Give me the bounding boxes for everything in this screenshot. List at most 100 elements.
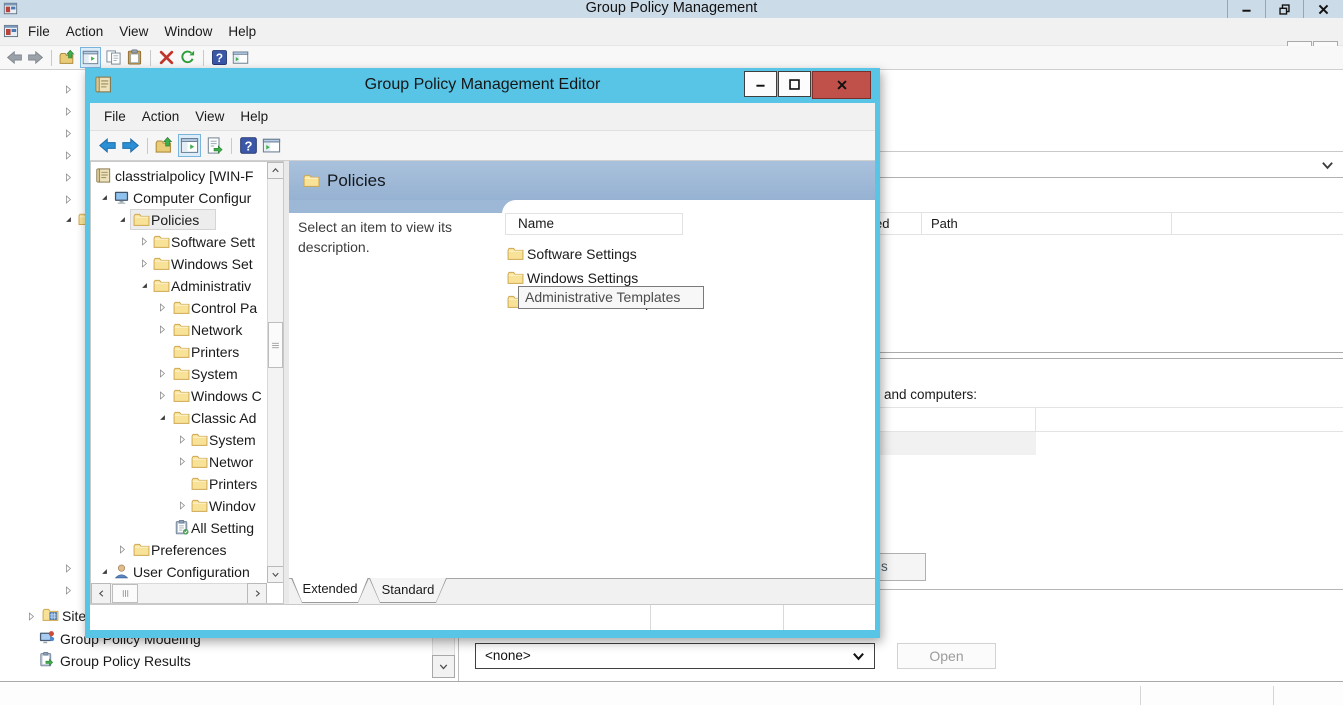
collapse-arrow-icon[interactable] [157, 390, 168, 401]
tree-item-label[interactable]: Computer Configur [133, 187, 267, 209]
tree-item[interactable]: Printers [91, 341, 267, 363]
console-tree-icon[interactable] [178, 134, 201, 157]
tree-item[interactable]: Administrativ [91, 275, 267, 297]
editor-minimize-button[interactable] [744, 71, 777, 97]
tree-item-label[interactable]: Control Pa [191, 297, 267, 319]
column-header-path[interactable]: Path [922, 213, 1172, 234]
tree-item-label[interactable]: Printers [209, 473, 267, 495]
console-tree-icon[interactable] [80, 47, 101, 68]
tree-item[interactable]: System [91, 429, 267, 451]
location-combobox[interactable]: <none> [475, 643, 875, 669]
collapse-arrow-icon[interactable] [157, 368, 168, 379]
tree-item[interactable]: Windows C [91, 385, 267, 407]
tree-item-label[interactable]: System [209, 429, 267, 451]
tree-item[interactable]: Policies [91, 209, 267, 231]
main-minimize-button[interactable] [1227, 0, 1264, 18]
collapse-arrow-icon[interactable] [26, 611, 37, 622]
tree-item-label[interactable]: Software Sett [171, 231, 267, 253]
back-icon[interactable] [98, 136, 117, 155]
result-item-label[interactable]: Software Settings [527, 242, 637, 266]
tab-standard[interactable]: Standard [369, 578, 447, 603]
collapse-arrow-icon[interactable] [177, 500, 188, 511]
collapse-arrow-icon[interactable] [157, 302, 168, 313]
expand-arrow-icon[interactable] [117, 214, 128, 225]
menu-help[interactable]: Help [232, 103, 276, 130]
scroll-left-button[interactable] [91, 583, 111, 604]
scroll-right-button[interactable] [247, 583, 267, 604]
copy-icon[interactable] [105, 49, 122, 66]
tree-item[interactable]: User Configuration [91, 561, 267, 583]
bg-tree-item-label[interactable]: Group Policy Results [60, 653, 191, 669]
menu-action[interactable]: Action [58, 18, 112, 45]
hscroll-thumb[interactable] [112, 584, 138, 603]
paste-icon[interactable] [126, 49, 143, 66]
tree-item[interactable]: Computer Configur [91, 187, 267, 209]
export-list-icon[interactable] [205, 136, 224, 155]
collapse-arrow-icon[interactable] [157, 324, 168, 335]
scroll-up-button[interactable] [267, 162, 284, 179]
tree-item-label[interactable]: Printers [191, 341, 267, 363]
collapse-arrow-icon[interactable] [63, 84, 74, 95]
collapse-arrow-icon[interactable] [139, 236, 150, 247]
editor-maximize-button[interactable] [778, 71, 811, 97]
forward-icon[interactable] [27, 49, 44, 66]
tree-item[interactable]: Printers [91, 473, 267, 495]
collapse-arrow-icon[interactable] [177, 456, 188, 467]
tree-item[interactable]: Software Sett [91, 231, 267, 253]
help-icon[interactable]: ? [211, 49, 228, 66]
collapse-arrow-icon[interactable] [63, 194, 74, 205]
tree-item-label[interactable]: Windows C [191, 385, 267, 407]
tree-item-label[interactable]: All Setting [191, 517, 267, 539]
bg-partial-button[interactable]: s [876, 553, 926, 581]
up-folder-icon[interactable] [155, 136, 174, 155]
bg-scroll-down-button[interactable] [432, 655, 455, 678]
tree-item-label[interactable]: Preferences [151, 539, 267, 561]
menu-help[interactable]: Help [220, 18, 264, 45]
tree-item-label[interactable]: Classic Ad [191, 407, 267, 429]
expand-arrow-icon[interactable] [99, 566, 110, 577]
collapse-arrow-icon[interactable] [63, 563, 74, 574]
main-close-button[interactable] [1303, 0, 1343, 18]
tree-item-label[interactable]: Administrativ [171, 275, 267, 297]
expand-arrow-icon[interactable] [139, 280, 150, 291]
editor-titlebar[interactable]: Group Policy Management Editor [85, 68, 880, 103]
tree-item[interactable]: Windows Set [91, 253, 267, 275]
tree-item-label[interactable]: Networ [209, 451, 267, 473]
tree-vscrollbar[interactable] [267, 162, 284, 583]
tree-item[interactable]: Preferences [91, 539, 267, 561]
bg-selected-row[interactable] [880, 432, 1036, 455]
expand-arrow-icon[interactable] [99, 192, 110, 203]
menu-file[interactable]: File [20, 18, 58, 45]
vscroll-thumb[interactable] [268, 322, 283, 368]
collapse-arrow-icon[interactable] [117, 544, 128, 555]
main-window-titlebar[interactable]: Group Policy Management [0, 0, 1343, 18]
editor-close-button[interactable] [812, 71, 871, 99]
tree-item[interactable]: Network [91, 319, 267, 341]
tree-item[interactable]: Windov [91, 495, 267, 517]
column-header-modified[interactable]: ed [880, 213, 922, 234]
result-list-item[interactable]: Software Settings [507, 242, 867, 266]
tree-item-label[interactable]: Network [191, 319, 267, 341]
collapse-arrow-icon[interactable] [63, 106, 74, 117]
menu-file[interactable]: File [96, 103, 134, 130]
window-list-icon[interactable] [232, 49, 249, 66]
collapse-arrow-icon[interactable] [63, 150, 74, 161]
window-list-icon[interactable] [262, 136, 281, 155]
tree-item[interactable]: Control Pa [91, 297, 267, 319]
tree-item-label[interactable]: Windows Set [171, 253, 267, 275]
back-icon[interactable] [6, 49, 23, 66]
tree-item[interactable]: System [91, 363, 267, 385]
help-icon[interactable]: ? [239, 136, 258, 155]
menu-window[interactable]: Window [156, 18, 220, 45]
name-column-header[interactable]: Name [505, 213, 683, 235]
tab-extended[interactable]: Extended [291, 578, 369, 603]
collapse-arrow-icon[interactable] [63, 172, 74, 183]
collapse-arrow-icon[interactable] [139, 258, 150, 269]
open-button[interactable]: Open [897, 643, 996, 669]
tree-item-label[interactable]: User Configuration [133, 561, 267, 583]
tree-item-label[interactable]: Windov [209, 495, 267, 517]
expand-arrow-icon[interactable] [157, 412, 168, 423]
menu-view[interactable]: View [111, 18, 156, 45]
tree-item[interactable]: Classic Ad [91, 407, 267, 429]
tree-item[interactable]: All Setting [91, 517, 267, 539]
